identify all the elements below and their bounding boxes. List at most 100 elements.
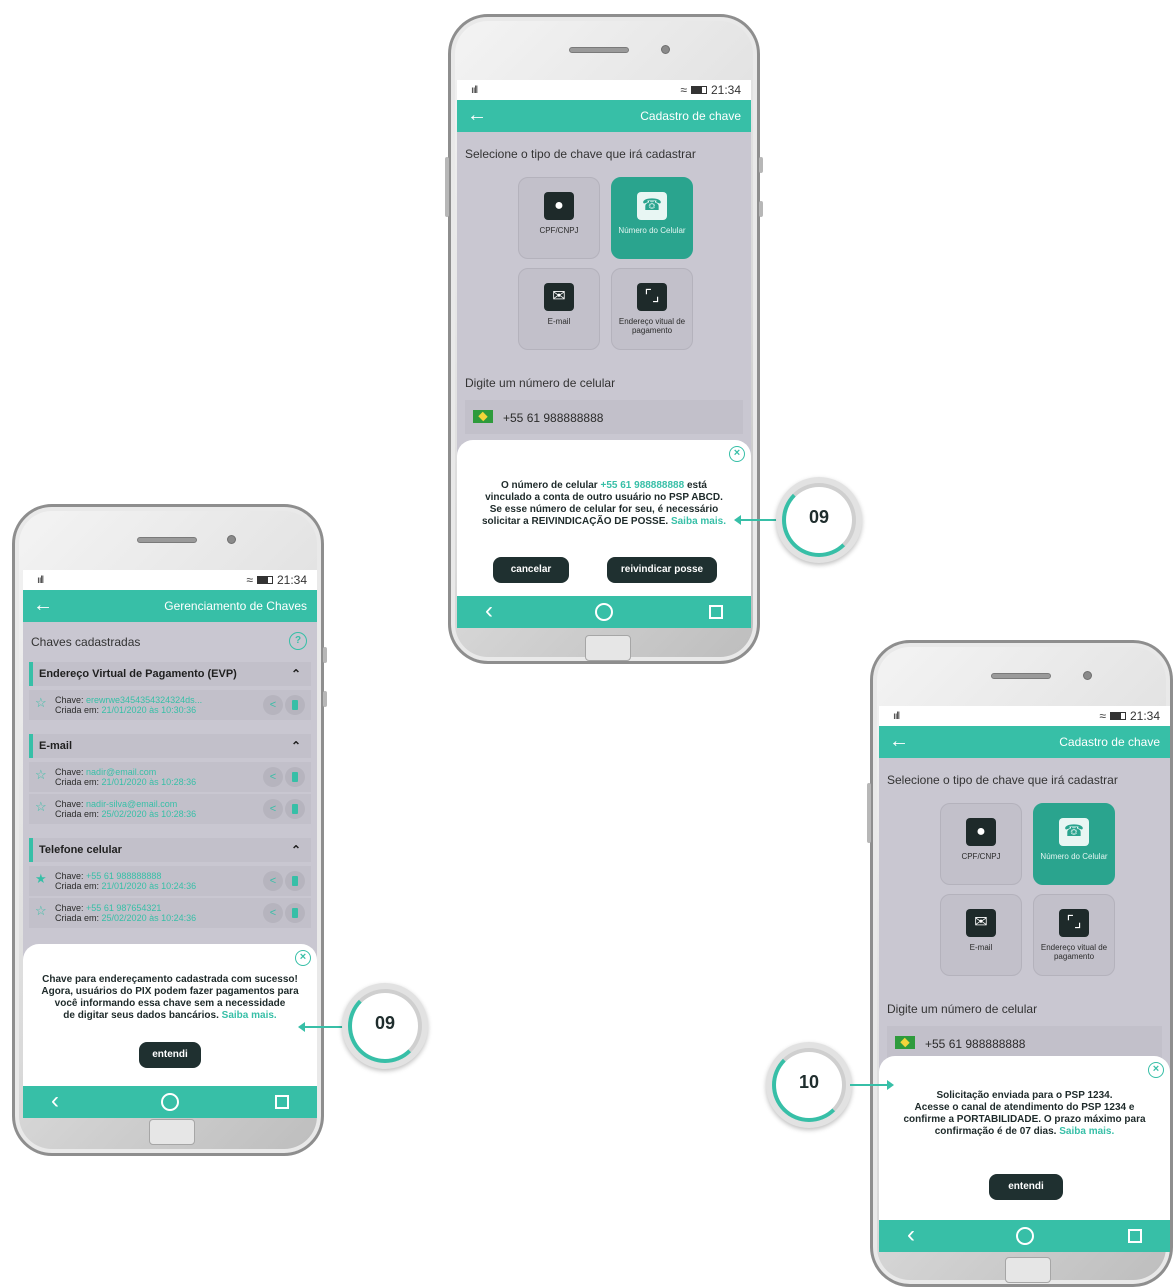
group-title: Endereço Virtual de Pagamento (EVP) xyxy=(39,668,237,680)
share-icon[interactable]: < xyxy=(263,695,283,715)
home-button[interactable] xyxy=(585,635,631,661)
ok-button[interactable]: entendi xyxy=(139,1042,201,1068)
trash-icon[interactable] xyxy=(285,799,305,819)
nav-recents-icon[interactable] xyxy=(275,1095,289,1109)
side-button xyxy=(759,157,763,173)
tile-label: Número do Celular xyxy=(1040,852,1108,861)
trash-icon[interactable] xyxy=(285,871,305,891)
clock: 21:34 xyxy=(710,83,741,97)
camera xyxy=(1083,671,1092,680)
back-arrow-icon[interactable]: ← xyxy=(33,594,53,616)
star-outline-icon[interactable]: ☆ xyxy=(35,768,47,781)
key-label: Chave: xyxy=(55,903,84,913)
chevron-up-icon[interactable]: ⌃ xyxy=(291,667,301,681)
battery-icon xyxy=(256,576,273,584)
key-value: +55 61 988888888 xyxy=(86,871,162,881)
share-icon[interactable]: < xyxy=(263,799,283,819)
help-icon[interactable]: ? xyxy=(289,632,307,650)
date-value: 25/02/2020 às 10:28:36 xyxy=(101,809,197,819)
learn-more-link[interactable]: Saiba mais. xyxy=(671,516,726,527)
cancel-button[interactable]: cancelar xyxy=(493,557,569,583)
wifi-icon: ≈ xyxy=(1099,709,1106,723)
clock: 21:34 xyxy=(1129,709,1160,723)
dialog-text: Solicitação enviada para o PSP 1234. xyxy=(936,1090,1113,1101)
frame-icon: ⌜⌟ xyxy=(1059,909,1089,937)
group-email[interactable]: E-mail ⌃ xyxy=(29,734,311,758)
select-key-type-label: Selecione o tipo de chave que irá cadast… xyxy=(887,773,1118,787)
group-evp[interactable]: Endereço Virtual de Pagamento (EVP) ⌃ xyxy=(29,662,311,686)
screen: ııll ≈21:34 ← Gerenciamento de Chaves Ch… xyxy=(23,570,317,1118)
star-outline-icon[interactable]: ☆ xyxy=(35,904,47,917)
nav-home-icon[interactable] xyxy=(161,1093,179,1111)
nav-recents-icon[interactable] xyxy=(1128,1229,1142,1243)
tile-virtual-address[interactable]: ⌜⌟ Endereço vitual de pagamento xyxy=(611,268,693,350)
speaker xyxy=(991,673,1051,679)
tile-label: Endereço vitual de pagamento xyxy=(1040,943,1108,961)
share-icon[interactable]: < xyxy=(263,871,283,891)
close-icon[interactable]: × xyxy=(295,950,311,966)
phone-number-value: +55 61 988888888 xyxy=(503,411,604,425)
home-button[interactable] xyxy=(1005,1257,1051,1283)
side-button xyxy=(445,157,449,217)
star-outline-icon[interactable]: ☆ xyxy=(35,696,47,709)
nav-back-icon[interactable]: ‹ xyxy=(485,599,493,623)
back-arrow-icon[interactable]: ← xyxy=(467,104,487,126)
side-button xyxy=(323,691,327,707)
trash-icon[interactable] xyxy=(285,767,305,787)
phone-number-label: Digite um número de celular xyxy=(887,1002,1038,1016)
tile-phone-number[interactable]: ☎ Número do Celular xyxy=(611,177,693,259)
tile-email[interactable]: ✉ E-mail xyxy=(518,268,600,350)
group-mobile-phone[interactable]: Telefone celular ⌃ xyxy=(29,838,311,862)
ok-button[interactable]: entendi xyxy=(989,1174,1063,1200)
tile-virtual-address[interactable]: ⌜⌟ Endereço vitual de pagamento xyxy=(1033,894,1115,976)
nav-back-icon[interactable]: ‹ xyxy=(51,1089,59,1113)
status-bar: ııll ≈21:34 xyxy=(457,80,751,100)
success-dialog: × Chave para endereçamento cadastrada co… xyxy=(23,944,317,1088)
close-icon[interactable]: × xyxy=(729,446,745,462)
dialog-text: Acesse o canal de atendimento do PSP 123… xyxy=(914,1102,1135,1113)
dialog-text: solicitar a REIVINDICAÇÃO DE POSSE. xyxy=(482,516,669,527)
group-title: Telefone celular xyxy=(39,844,122,856)
ownership-dialog: × O número de celular +55 61 988888888 e… xyxy=(457,440,751,600)
callout-arrow xyxy=(298,1022,346,1032)
chevron-up-icon[interactable]: ⌃ xyxy=(291,843,301,857)
nav-back-icon[interactable]: ‹ xyxy=(907,1223,915,1247)
phone-number-field[interactable]: +55 61 988888888 xyxy=(887,1026,1162,1060)
nav-home-icon[interactable] xyxy=(595,603,613,621)
learn-more-link[interactable]: Saiba mais. xyxy=(1059,1126,1114,1137)
star-outline-icon[interactable]: ☆ xyxy=(35,800,47,813)
trash-icon[interactable] xyxy=(285,695,305,715)
step-number: 09 xyxy=(374,1013,396,1033)
learn-more-link[interactable]: Saiba mais. xyxy=(222,1010,277,1021)
chevron-up-icon[interactable]: ⌃ xyxy=(291,739,301,753)
system-nav-bar: ‹ xyxy=(457,596,751,628)
trash-icon[interactable] xyxy=(285,903,305,923)
nav-home-icon[interactable] xyxy=(1015,1227,1034,1245)
back-arrow-icon[interactable]: ← xyxy=(889,730,909,752)
share-icon[interactable]: < xyxy=(263,767,283,787)
star-filled-icon[interactable]: ★ xyxy=(35,872,47,885)
app-title: Gerenciamento de Chaves xyxy=(164,599,307,613)
side-button xyxy=(867,783,871,843)
app-bar: ← Cadastro de chave xyxy=(879,726,1170,758)
system-nav-bar: ‹ xyxy=(879,1220,1170,1252)
select-key-type-label: Selecione o tipo de chave que irá cadast… xyxy=(465,147,696,161)
tile-cpf-cnpj[interactable]: ● CPF/CNPJ xyxy=(940,803,1022,885)
brazil-flag-icon xyxy=(473,410,493,423)
tile-phone-number[interactable]: ☎ Número do Celular xyxy=(1033,803,1115,885)
phone-number-field[interactable]: +55 61 988888888 xyxy=(465,400,743,434)
status-bar: ııll ≈21:34 xyxy=(23,570,317,590)
dialog-text: confirmação é de 07 dias. xyxy=(934,1126,1057,1137)
key-label: Chave: xyxy=(55,695,84,705)
tile-email[interactable]: ✉ E-mail xyxy=(940,894,1022,976)
step-callout: 09 xyxy=(776,477,862,563)
system-nav-bar: ‹ xyxy=(23,1086,317,1118)
tile-cpf-cnpj[interactable]: ● CPF/CNPJ xyxy=(518,177,600,259)
close-icon[interactable]: × xyxy=(1148,1062,1164,1078)
phone-number-label: Digite um número de celular xyxy=(465,376,616,390)
home-button[interactable] xyxy=(149,1119,195,1145)
claim-ownership-button[interactable]: reivindicar posse xyxy=(607,557,717,583)
share-icon[interactable]: < xyxy=(263,903,283,923)
tile-label: Número do Celular xyxy=(618,226,686,235)
nav-recents-icon[interactable] xyxy=(709,605,723,619)
